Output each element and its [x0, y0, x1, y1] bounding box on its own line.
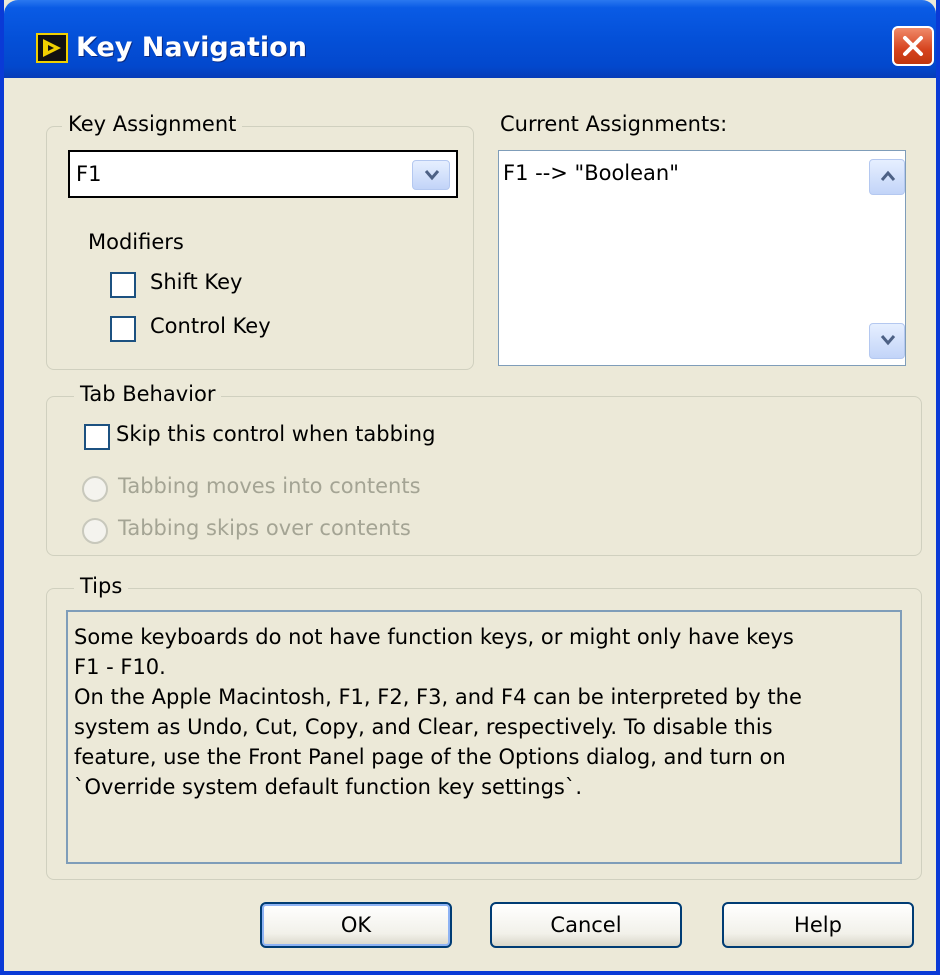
skip-tabbing-checkbox[interactable]	[84, 424, 110, 450]
key-select[interactable]: F1	[68, 150, 458, 198]
tabbing-into-radio[interactable]	[82, 476, 108, 502]
window-title: Key Navigation	[76, 32, 307, 63]
chevron-up-icon	[880, 170, 896, 181]
current-assignments-list[interactable]: F1 --> "Boolean"	[498, 150, 906, 366]
labview-vi-icon	[36, 33, 68, 63]
tips-line: Some keyboards do not have function keys…	[74, 625, 794, 649]
tips-line: On the Apple Macintosh, F1, F2, F3, and …	[74, 685, 802, 709]
scroll-up-button[interactable]	[869, 159, 905, 195]
tips-line: feature, use the Front Panel page of the…	[74, 745, 786, 769]
tips-text-box: Some keyboards do not have function keys…	[66, 610, 902, 864]
control-key-label[interactable]: Control Key	[150, 314, 271, 338]
current-assignments-label: Current Assignments:	[500, 112, 728, 136]
key-assignment-legend: Key Assignment	[62, 112, 243, 136]
tabbing-into-label[interactable]: Tabbing moves into contents	[118, 474, 421, 498]
cancel-button[interactable]: Cancel	[490, 902, 682, 948]
ok-button[interactable]: OK	[260, 902, 452, 948]
list-item[interactable]: F1 --> "Boolean"	[503, 161, 679, 185]
close-icon	[903, 36, 923, 56]
skip-tabbing-label[interactable]: Skip this control when tabbing	[116, 422, 435, 446]
shift-key-label[interactable]: Shift Key	[150, 270, 242, 294]
tips-legend: Tips	[74, 574, 129, 598]
tab-behavior-legend: Tab Behavior	[74, 382, 222, 406]
tabbing-over-radio[interactable]	[82, 518, 108, 544]
modifiers-label: Modifiers	[88, 230, 184, 254]
scroll-down-button[interactable]	[869, 323, 905, 359]
control-key-checkbox[interactable]	[110, 316, 136, 342]
tips-line: system as Undo, Cut, Copy, and Clear, re…	[74, 715, 773, 739]
chevron-down-icon	[880, 335, 896, 346]
chevron-down-icon	[424, 170, 440, 181]
key-navigation-dialog: Key Navigation Key Assignment F1 Modifie…	[0, 0, 940, 975]
shift-key-checkbox[interactable]	[110, 272, 136, 298]
tips-line: `Override system default function key se…	[74, 775, 583, 799]
help-button[interactable]: Help	[722, 902, 914, 948]
tabbing-over-label[interactable]: Tabbing skips over contents	[118, 516, 411, 540]
key-select-dropdown-button[interactable]	[412, 160, 450, 190]
key-select-value: F1	[76, 162, 102, 186]
close-button[interactable]	[892, 26, 934, 66]
title-bar[interactable]: Key Navigation	[4, 0, 936, 78]
tips-line: F1 - F10.	[74, 655, 166, 679]
